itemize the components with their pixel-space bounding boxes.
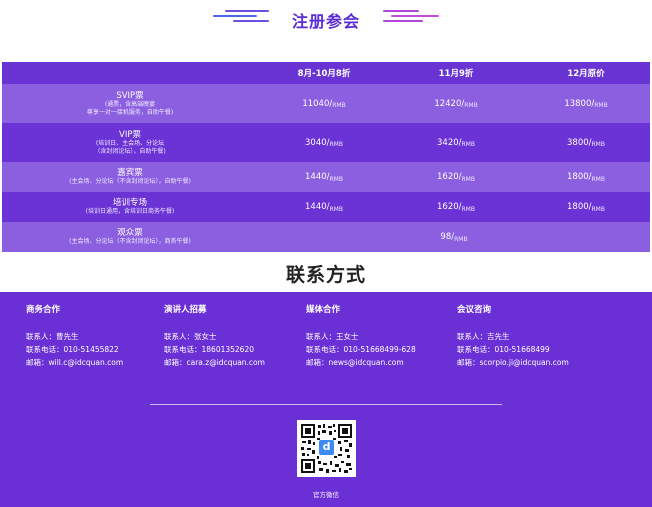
contact-phone: 联系电话：18601352620 — [164, 345, 254, 354]
ticket-name: 嘉宾票 — [117, 168, 143, 178]
contact-title: 联系方式 — [285, 264, 366, 286]
contact-email[interactable]: 邮箱：scorpio.ji@idcquan.com — [457, 356, 569, 369]
qr-caption: 官方微信 — [313, 491, 339, 499]
column-header: 8月-10月8折 — [297, 69, 351, 79]
price-cell: 11040/RMB — [302, 98, 346, 110]
ticket-type: 观众票 (主会场、分论坛（不含封闭论坛），商务午餐) — [2, 222, 258, 252]
contact-phone: 联系电话：010-51668499-628 — [306, 345, 416, 354]
table-header-row: 8月-10月8折 11月9折 12月原价 — [2, 62, 650, 84]
contact-person: 联系人：曹先生 — [26, 332, 79, 341]
ticket-description: (培训日、主会场、分论坛 — [95, 139, 165, 147]
price-cell: 3040/RMB — [305, 137, 343, 149]
column-header: 11月9折 — [438, 69, 474, 79]
contact-email[interactable]: 邮箱：will.c@idcquan.com — [26, 356, 123, 369]
ticket-description: (主会场、分论坛（不含封闭论坛），自助午餐) — [69, 178, 191, 185]
divider — [150, 404, 502, 405]
contact-phone: 联系电话：010-51455822 — [26, 345, 119, 354]
right-decoration-lines-icon — [383, 8, 439, 24]
price-cell: 13800/RMB — [564, 98, 608, 110]
table-row: 观众票 (主会场、分论坛（不含封闭论坛），商务午餐) 98/RMB — [2, 222, 650, 252]
price-cell: 1440/RMB — [305, 202, 343, 213]
contact-person: 联系人：王女士 — [306, 332, 359, 341]
ticket-name: 观众票 — [117, 228, 143, 238]
registration-header: 注册参会 — [0, 0, 652, 40]
ticket-description: 尊享一对一接机服务，自助午餐) — [86, 108, 174, 116]
contact-column-business: 商务合作 联系人：曹先生 联系电话：010-51455822 邮箱：will.c… — [26, 304, 123, 369]
price-table: 8月-10月8折 11月9折 12月原价 SVIP票 (通票，含高端晚宴 尊享一… — [2, 62, 650, 252]
ticket-type: 嘉宾票 (主会场、分论坛（不含封闭论坛），自助午餐) — [2, 162, 258, 192]
table-row: 培训专场 (培训日通用，含培训日商务午餐) 1440/RMB 1620/RMB … — [2, 192, 650, 222]
contact-person: 联系人：吉先生 — [457, 332, 510, 341]
contact-column-title: 商务合作 — [26, 305, 61, 315]
ticket-description: (通票，含高端晚宴 — [104, 100, 156, 108]
price-cell: 1620/RMB — [437, 172, 475, 183]
contact-panel: 商务合作 联系人：曹先生 联系电话：010-51455822 邮箱：will.c… — [0, 292, 652, 507]
price-cell: 3800/RMB — [567, 137, 605, 149]
qr-logo-icon: d — [322, 440, 331, 453]
ticket-description: （含封闭论坛），自助午餐) — [94, 147, 166, 155]
price-cell: 3420/RMB — [437, 137, 475, 149]
price-cell: 1800/RMB — [567, 202, 605, 213]
contact-column-title: 会议咨询 — [457, 305, 492, 315]
ticket-type: 培训专场 (培训日通用，含培训日商务午餐) — [2, 192, 258, 222]
registration-title: 注册参会 — [291, 12, 360, 31]
ticket-name: VIP票 — [119, 129, 141, 140]
ticket-name: SVIP票 — [116, 90, 144, 101]
ticket-type: VIP票 (培训日、主会场、分论坛 （含封闭论坛），自助午餐) — [2, 123, 258, 162]
contact-column-inquiry: 会议咨询 联系人：吉先生 联系电话：010-51668499 邮箱：scorpi… — [457, 304, 569, 369]
table-row: VIP票 (培训日、主会场、分论坛 （含封闭论坛），自助午餐) 3040/RMB… — [2, 123, 650, 162]
qr-code: d — [297, 420, 356, 477]
contact-person: 联系人：张女士 — [164, 332, 217, 341]
ticket-name: 培训专场 — [112, 198, 147, 208]
price-cell: 1800/RMB — [567, 172, 605, 183]
contact-column-speakers: 演讲人招募 联系人：张女士 联系电话：18601352620 邮箱：cara.z… — [164, 304, 265, 369]
price-cell: 98/RMB — [440, 232, 468, 243]
contact-phone: 联系电话：010-51668499 — [457, 345, 550, 354]
contact-column-media: 媒体合作 联系人：王女士 联系电话：010-51668499-628 邮箱：ne… — [306, 304, 416, 369]
contact-column-title: 媒体合作 — [306, 305, 341, 315]
contact-email[interactable]: 邮箱：cara.z@idcquan.com — [164, 356, 265, 369]
ticket-description: (培训日通用，含培训日商务午餐) — [85, 208, 175, 215]
table-row: 嘉宾票 (主会场、分论坛（不含封闭论坛），自助午餐) 1440/RMB 1620… — [2, 162, 650, 192]
table-row: SVIP票 (通票，含高端晚宴 尊享一对一接机服务，自助午餐) 11040/RM… — [2, 84, 650, 123]
contact-email[interactable]: 邮箱：news@idcquan.com — [306, 356, 416, 369]
price-cell: 1440/RMB — [305, 172, 343, 183]
contact-column-title: 演讲人招募 — [164, 305, 207, 315]
price-cell: 1620/RMB — [437, 202, 475, 213]
ticket-type: SVIP票 (通票，含高端晚宴 尊享一对一接机服务，自助午餐) — [2, 84, 258, 123]
price-cell: 12420/RMB — [434, 98, 478, 110]
column-header: 12月原价 — [567, 69, 605, 79]
ticket-description: (主会场、分论坛（不含封闭论坛），商务午餐) — [69, 238, 191, 245]
